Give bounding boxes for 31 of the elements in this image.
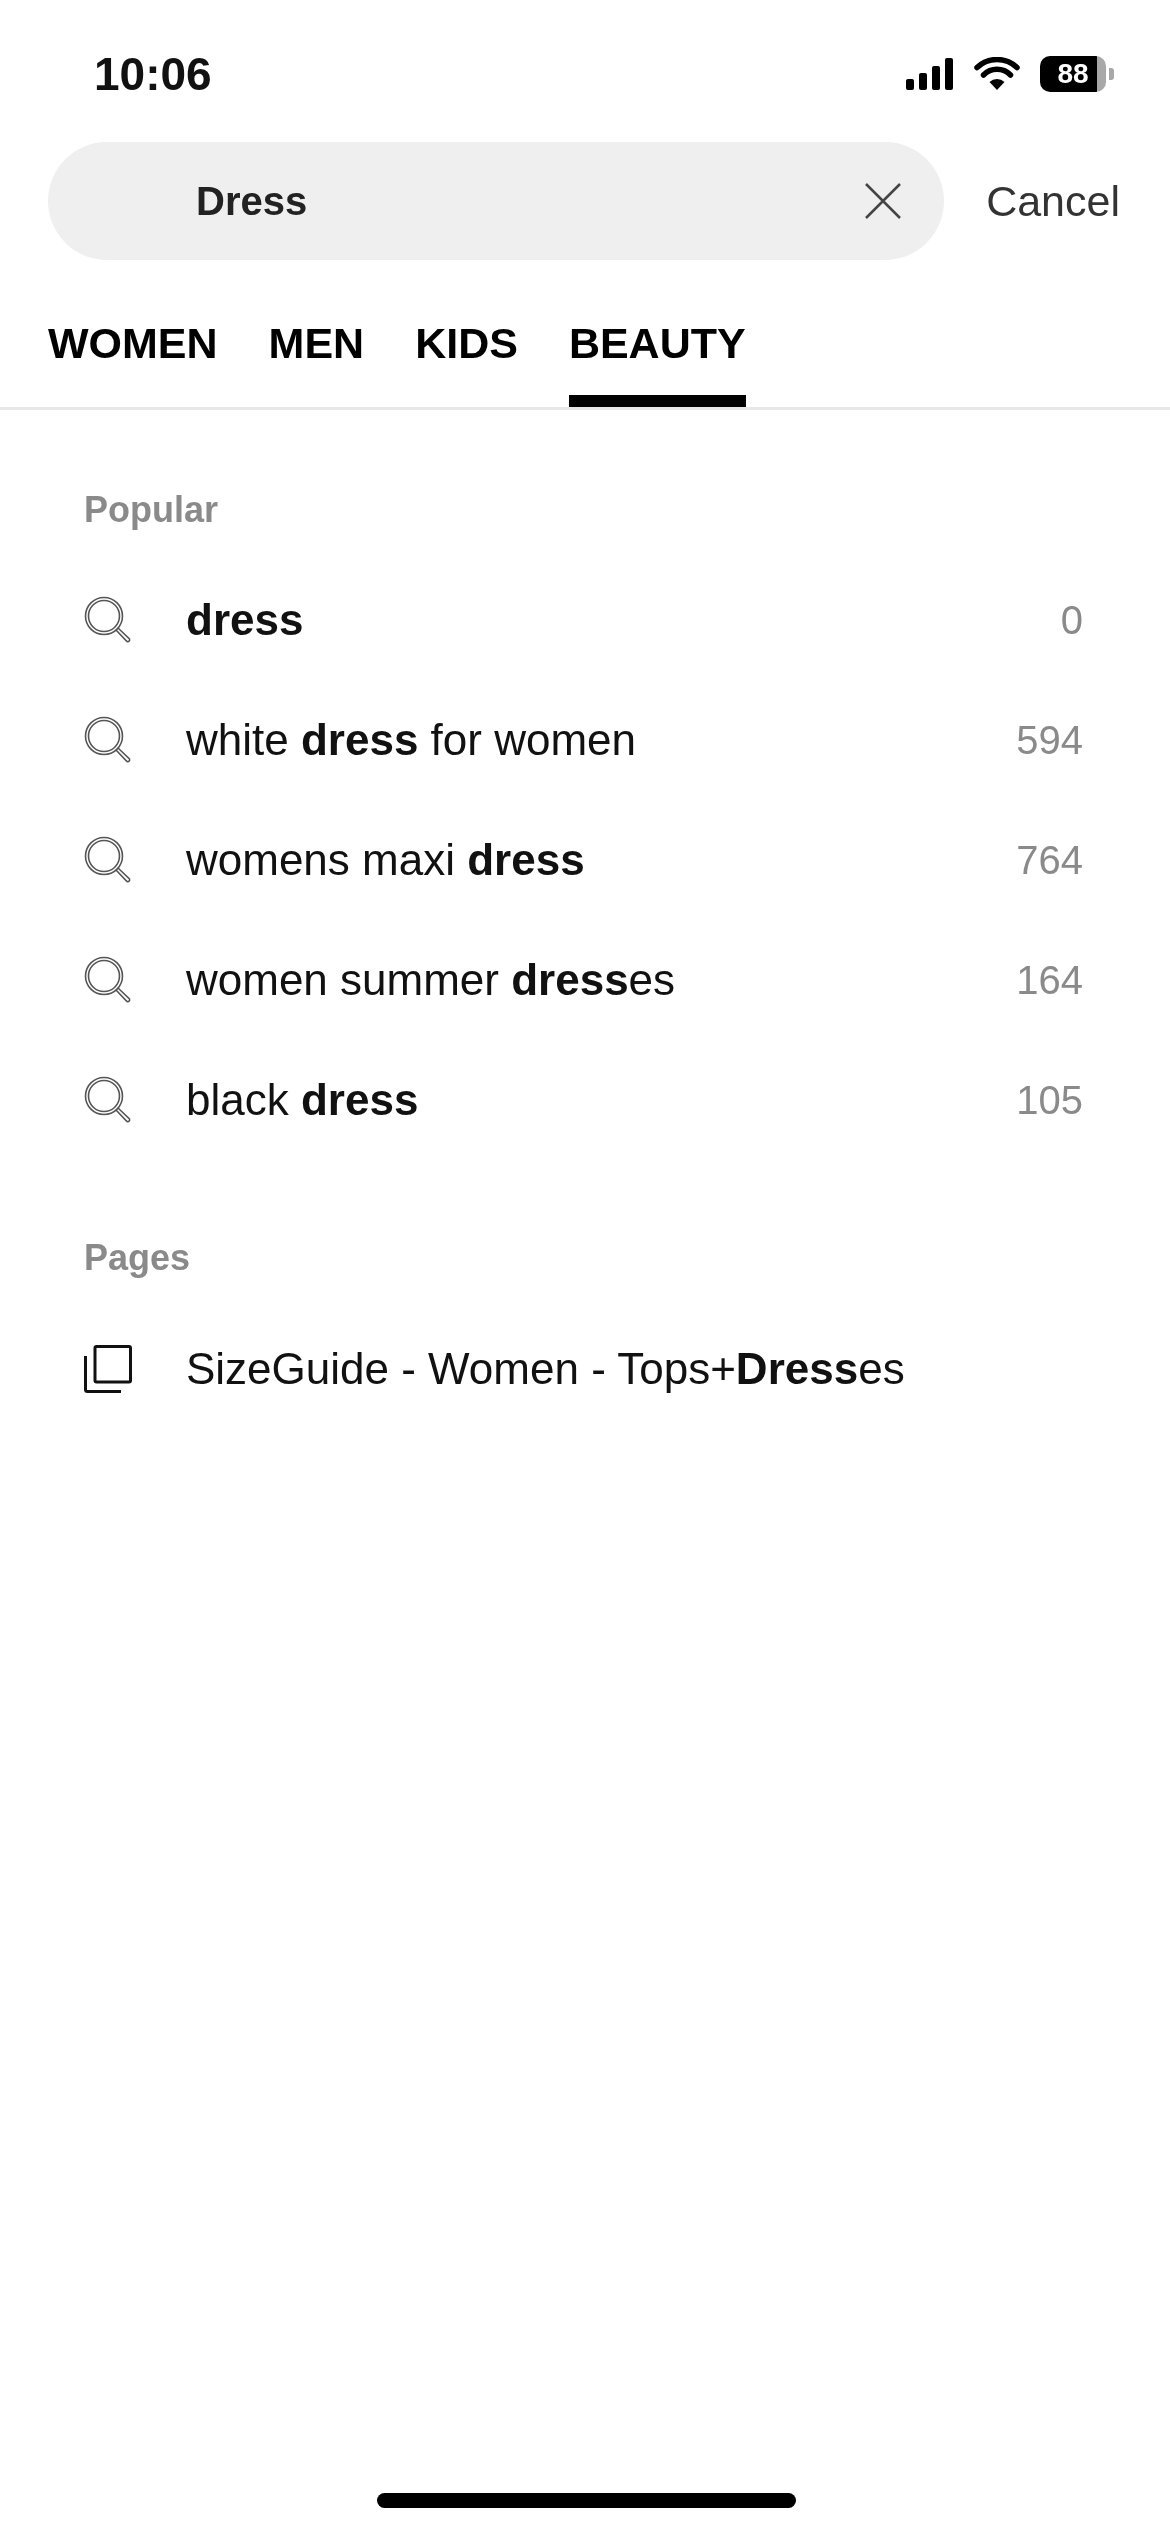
result-count: 764 bbox=[1016, 840, 1083, 880]
result-count: 0 bbox=[1060, 600, 1083, 640]
suggestion-link[interactable]: womens maxi dress bbox=[186, 838, 585, 882]
wifi-icon bbox=[974, 57, 1020, 91]
clear-button[interactable] bbox=[865, 183, 902, 219]
section-heading: Pages bbox=[84, 1240, 191, 1276]
suggestion-link[interactable]: white dress for women bbox=[186, 718, 636, 762]
search-icon bbox=[84, 596, 132, 644]
result-count: 164 bbox=[1016, 960, 1083, 1000]
search-icon bbox=[84, 716, 132, 764]
category-tab[interactable]: MEN bbox=[268, 322, 365, 407]
search-icon bbox=[84, 956, 132, 1004]
suggestion-link[interactable]: black dress bbox=[186, 1078, 419, 1122]
category-tab[interactable]: KIDS bbox=[415, 322, 518, 407]
search-field[interactable]: Dress bbox=[48, 142, 945, 260]
pages-icon bbox=[84, 1345, 132, 1393]
suggestion-link[interactable]: dress bbox=[186, 598, 304, 642]
signal-icon bbox=[906, 58, 954, 90]
search-icon bbox=[84, 1076, 132, 1124]
result-count: 105 bbox=[1016, 1080, 1083, 1120]
search-icon bbox=[84, 836, 132, 884]
category-tab[interactable]: WOMEN bbox=[48, 322, 218, 407]
category-tab[interactable]: BEAUTY bbox=[568, 322, 746, 407]
result-count: 594 bbox=[1016, 720, 1083, 760]
status-time: 10:06 bbox=[94, 51, 212, 97]
battery-indicator: 88 bbox=[1040, 56, 1114, 92]
suggestion-link[interactable]: women summer dresses bbox=[186, 958, 676, 1002]
page-link[interactable]: SizeGuide - Women - Tops+Dresses bbox=[186, 1347, 905, 1391]
cancel-button[interactable]: Cancel bbox=[986, 179, 1120, 223]
close-icon bbox=[865, 183, 902, 219]
section-heading: Popular bbox=[84, 492, 218, 528]
